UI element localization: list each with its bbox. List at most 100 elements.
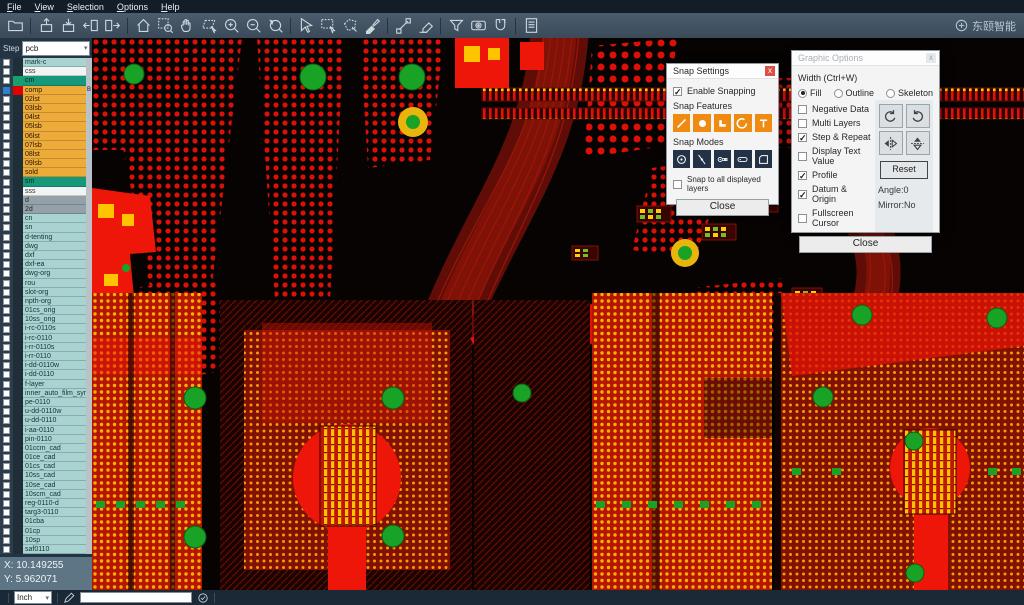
layer-checkbox[interactable]	[3, 500, 10, 507]
layer-checkbox[interactable]	[3, 59, 10, 66]
radio-skeleton[interactable]: Skeleton	[886, 88, 941, 98]
snap-pad-icon[interactable]	[693, 114, 710, 132]
import-icon[interactable]	[35, 15, 57, 36]
snap-close-button[interactable]: Close	[676, 199, 769, 216]
layer-checkbox[interactable]	[3, 179, 10, 186]
layer-row-07lsb[interactable]: 07lsb	[0, 141, 92, 150]
layer-checkbox[interactable]	[3, 454, 10, 461]
rotate-cw-icon[interactable]	[879, 104, 903, 128]
layer-row-09lsb[interactable]: 09lsb	[0, 159, 92, 168]
menu-file[interactable]: File	[7, 2, 22, 12]
layer-row-10sp[interactable]: 10sp	[0, 536, 92, 545]
layer-checkbox[interactable]	[3, 381, 10, 388]
layer-checkbox[interactable]	[3, 546, 10, 553]
layer-row-i-dd-0110w[interactable]: i-dd-0110w	[0, 361, 92, 370]
layer-row-01cs_orig[interactable]: 01cs_orig	[0, 306, 92, 315]
option-profile[interactable]: ✓Profile	[798, 170, 871, 180]
confirm-icon[interactable]	[197, 592, 209, 604]
layer-row-03lsb[interactable]: 03lsb	[0, 104, 92, 113]
layer-row-01ce_cad[interactable]: 01ce_cad	[0, 453, 92, 462]
layer-row-i-rc-0110s[interactable]: i-rc-0110s	[0, 324, 92, 333]
brush-icon[interactable]	[361, 15, 383, 36]
snap-all-layers-checkbox[interactable]: Snap to all displayed layers	[673, 175, 772, 193]
layer-row-sss[interactable]: sss	[0, 187, 92, 196]
layer-row-10ss_orig[interactable]: 10ss_orig	[0, 315, 92, 324]
layer-row-sn[interactable]: sn	[0, 223, 92, 232]
mirror-h-icon[interactable]	[879, 131, 903, 155]
measure-icon[interactable]	[392, 15, 414, 36]
eraser-icon[interactable]	[414, 15, 436, 36]
layer-checkbox[interactable]	[3, 96, 10, 103]
layer-row-pin-0110[interactable]: pin-0110	[0, 435, 92, 444]
layer-row-2d[interactable]: 2d	[0, 205, 92, 214]
reset-button[interactable]: Reset	[880, 161, 928, 179]
open-icon[interactable]	[4, 15, 26, 36]
layer-row-i-dd-0110[interactable]: i-dd-0110	[0, 370, 92, 379]
layer-row-i-aa-0110[interactable]: i-aa-0110	[0, 426, 92, 435]
layer-row-05lsb[interactable]: 05lsb	[0, 122, 92, 131]
layer-row-04lst[interactable]: 04lst	[0, 113, 92, 122]
layer-checkbox[interactable]	[3, 151, 10, 158]
area-zoom-icon[interactable]	[198, 15, 220, 36]
enable-snapping-checkbox[interactable]: ✓ Enable Snapping	[673, 86, 772, 96]
layer-checkbox[interactable]	[3, 307, 10, 314]
layer-row-targ3-0110[interactable]: targ3-0110	[0, 508, 92, 517]
layer-checkbox[interactable]	[3, 399, 10, 406]
layer-checkbox[interactable]	[3, 528, 10, 535]
layer-checkbox[interactable]	[3, 68, 10, 75]
unit-select[interactable]: Inch ▾	[14, 591, 52, 604]
layer-checkbox[interactable]	[3, 417, 10, 424]
layer-row-pe-0110[interactable]: pe-0110	[0, 398, 92, 407]
layer-row-01cp[interactable]: 01cp	[0, 527, 92, 536]
layer-row-i-rr-0110s[interactable]: i-rr-0110s	[0, 343, 92, 352]
radio-fill[interactable]: Fill	[798, 88, 830, 98]
layer-checkbox[interactable]	[3, 473, 10, 480]
option-step-repeat[interactable]: ✓Step & Repeat	[798, 132, 871, 142]
report-icon[interactable]	[520, 15, 542, 36]
layer-checkbox[interactable]	[3, 445, 10, 452]
step-select[interactable]: pcb ▾	[22, 41, 90, 56]
layer-checkbox[interactable]	[3, 509, 10, 516]
menu-help[interactable]: Help	[161, 2, 180, 12]
zoom-reset-icon[interactable]	[264, 15, 286, 36]
layer-row-rou[interactable]: rou	[0, 279, 92, 288]
layer-checkbox[interactable]	[3, 335, 10, 342]
layer-row-d[interactable]: d	[0, 196, 92, 205]
layer-checkbox[interactable]	[3, 298, 10, 305]
layer-checkbox[interactable]	[3, 326, 10, 333]
eye-icon[interactable]	[467, 15, 489, 36]
layer-checkbox[interactable]	[3, 482, 10, 489]
zoom-window-icon[interactable]	[154, 15, 176, 36]
layer-checkbox[interactable]	[3, 105, 10, 112]
layer-checkbox[interactable]	[3, 169, 10, 176]
layer-checkbox[interactable]	[3, 243, 10, 250]
option-display-text-value[interactable]: Display Text Value	[798, 146, 871, 166]
layer-row-10ss_cad[interactable]: 10ss_cad	[0, 471, 92, 480]
layer-row-dwg-org[interactable]: dwg-org	[0, 269, 92, 278]
layer-row-sold[interactable]: sold	[0, 168, 92, 177]
snap-arc-icon[interactable]	[734, 114, 751, 132]
layer-row-cn[interactable]: cn	[0, 214, 92, 223]
layer-row-reg-0110-d[interactable]: reg-0110-d	[0, 499, 92, 508]
option-negative-data[interactable]: Negative Data	[798, 104, 871, 114]
layer-checkbox[interactable]	[3, 371, 10, 378]
layer-checkbox[interactable]	[3, 537, 10, 544]
export-icon[interactable]	[57, 15, 79, 36]
layer-checkbox[interactable]	[3, 133, 10, 140]
layer-checkbox[interactable]	[3, 289, 10, 296]
layer-row-08lst[interactable]: 08lst	[0, 150, 92, 159]
layer-row-u-dd-0110[interactable]: u-dd-0110	[0, 416, 92, 425]
snap-dialog-titlebar[interactable]: Snap Settings x	[667, 64, 778, 79]
mode-slot-open-icon[interactable]	[734, 150, 751, 168]
rotate-ccw-icon[interactable]	[906, 104, 930, 128]
layer-row-i-rr-0110[interactable]: i-rr-0110	[0, 352, 92, 361]
layer-checkbox[interactable]	[3, 436, 10, 443]
layer-checkbox[interactable]	[3, 518, 10, 525]
graphic-dialog-titlebar[interactable]: Graphic Options x	[792, 51, 939, 66]
layer-checkbox[interactable]	[3, 261, 10, 268]
layer-row-mark-c[interactable]: mark-c	[0, 58, 92, 67]
filter-icon[interactable]	[445, 15, 467, 36]
pointer-icon[interactable]	[295, 15, 317, 36]
option-datum-origin[interactable]: ✓Datum & Origin	[798, 184, 871, 204]
view-prev-icon[interactable]	[79, 15, 101, 36]
